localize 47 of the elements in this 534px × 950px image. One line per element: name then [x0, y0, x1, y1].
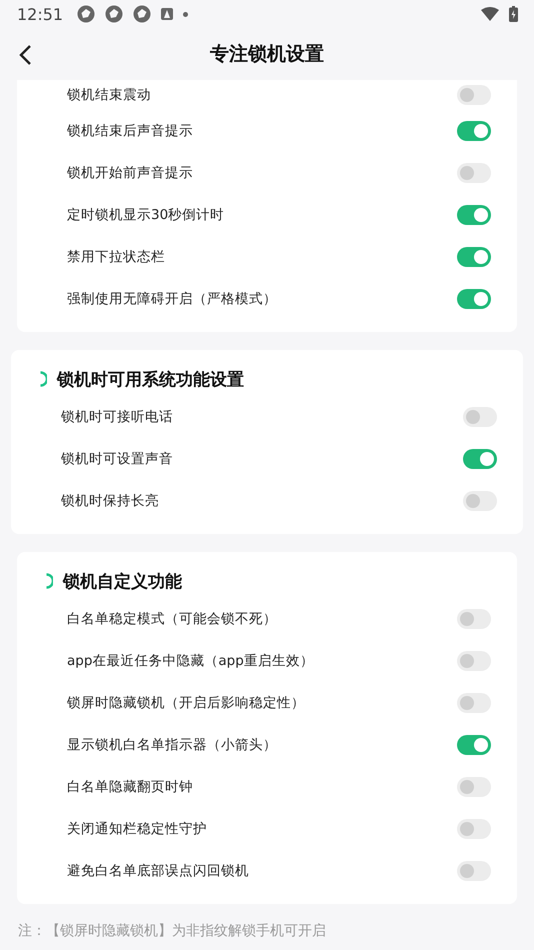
- toggle-switch[interactable]: [457, 609, 491, 629]
- setting-label: 白名单稳定模式（可能会锁不死）: [67, 610, 278, 628]
- arc-icon: [45, 573, 53, 589]
- aperture-icon: [133, 5, 152, 23]
- arc-icon: [39, 371, 47, 387]
- setting-label: 禁用下拉状态栏: [67, 248, 166, 266]
- section-title: 锁机自定义功能: [63, 570, 182, 592]
- aperture-icon: [77, 5, 96, 23]
- page-title: 专注锁机设置: [210, 42, 324, 67]
- setting-label: 锁机开始前声音提示: [67, 164, 194, 182]
- setting-label: 锁屏时隐藏锁机（开启后影响稳定性）: [67, 694, 306, 712]
- wifi-icon: [481, 7, 499, 21]
- section-title: 锁机时可用系统功能设置: [57, 368, 244, 390]
- setting-label: app在最近任务中隐藏（app重启生效）: [67, 652, 315, 670]
- note-text: 注：【锁屏时隐藏锁机】为非指纹解锁手机可开启: [18, 922, 327, 940]
- toggle-switch[interactable]: [457, 777, 491, 797]
- setting-label: 锁机结束后声音提示: [67, 122, 194, 140]
- setting-label: 锁机时可设置声音: [61, 450, 174, 468]
- toggle-switch[interactable]: [457, 289, 491, 309]
- setting-label: 关闭通知栏稳定性守护: [67, 820, 208, 838]
- toggle-switch[interactable]: [457, 819, 491, 839]
- toggle-switch[interactable]: [457, 163, 491, 183]
- setting-label: 强制使用无障碍开启（严格模式）: [67, 290, 278, 308]
- app-notification-icon: [161, 8, 174, 20]
- setting-label: 白名单隐藏翻页时钟: [67, 778, 194, 796]
- setting-label: 锁机结束震动: [67, 86, 152, 104]
- toggle-switch[interactable]: [463, 491, 497, 511]
- toggle-switch[interactable]: [457, 121, 491, 141]
- battery-icon: [509, 6, 518, 22]
- setting-label: 锁机时保持长亮: [61, 492, 160, 510]
- dot-icon: [183, 12, 188, 16]
- toggle-switch[interactable]: [463, 449, 497, 469]
- setting-label: 定时锁机显示30秒倒计时: [67, 206, 226, 224]
- setting-label: 锁机时可接听电话: [61, 408, 174, 426]
- back-icon: [18, 44, 32, 66]
- setting-label: 避免白名单底部误点闪回锁机: [67, 862, 250, 880]
- toggle-switch[interactable]: [457, 205, 491, 225]
- toggle-switch[interactable]: [457, 693, 491, 713]
- toggle-switch[interactable]: [457, 735, 491, 755]
- toggle-switch[interactable]: [463, 407, 497, 427]
- setting-label: 显示锁机白名单指示器（小箭头）: [67, 736, 278, 754]
- toggle-switch[interactable]: [457, 85, 491, 105]
- toggle-switch[interactable]: [457, 651, 491, 671]
- toggle-switch[interactable]: [457, 861, 491, 881]
- aperture-icon: [105, 5, 124, 23]
- toggle-switch[interactable]: [457, 247, 491, 267]
- status-time: 12:51: [17, 4, 64, 24]
